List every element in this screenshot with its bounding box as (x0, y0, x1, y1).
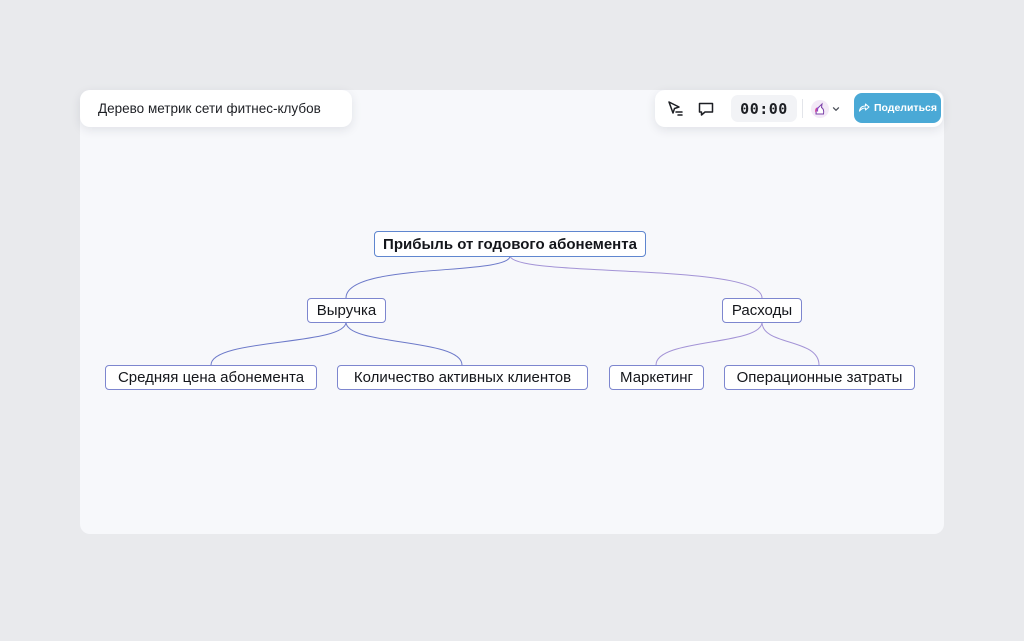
node-label: Количество активных клиентов (353, 369, 572, 386)
toolbar-divider (802, 99, 803, 118)
share-button-label: Поделиться (873, 102, 937, 114)
timer-value: 00:00 (740, 99, 788, 118)
node-revenue[interactable]: Выручка (307, 298, 386, 323)
share-button[interactable]: Поделиться (854, 93, 941, 123)
document-title-text: Дерево метрик сети фитнес-клубов (98, 101, 321, 116)
unicorn-avatar-icon (810, 99, 829, 118)
node-root-profit[interactable]: Прибыль от годового абонемента (374, 231, 646, 257)
node-opex[interactable]: Операционные затраты (724, 365, 915, 390)
node-label: Маркетинг (620, 369, 693, 386)
user-menu-button[interactable] (805, 96, 845, 121)
node-label: Операционные затраты (736, 369, 903, 386)
node-costs[interactable]: Расходы (722, 298, 802, 323)
node-avg-price[interactable]: Средняя цена абонемента (105, 365, 317, 390)
session-timer[interactable]: 00:00 (731, 95, 797, 122)
comment-bubble-icon[interactable] (695, 98, 717, 120)
node-label: Расходы (731, 302, 793, 319)
top-toolbar: 00:00 Поделиться (655, 90, 943, 127)
share-arrow-icon (858, 101, 870, 116)
canvas-board[interactable] (80, 90, 944, 534)
chevron-down-icon (832, 100, 840, 118)
node-label: Прибыль от годового абонемента (383, 235, 637, 253)
node-marketing[interactable]: Маркетинг (609, 365, 704, 390)
node-active-clients[interactable]: Количество активных клиентов (337, 365, 588, 390)
document-title[interactable]: Дерево метрик сети фитнес-клубов (80, 90, 352, 127)
node-label: Средняя цена абонемента (117, 369, 305, 386)
node-label: Выручка (316, 302, 377, 319)
cursor-select-icon[interactable] (664, 98, 686, 120)
